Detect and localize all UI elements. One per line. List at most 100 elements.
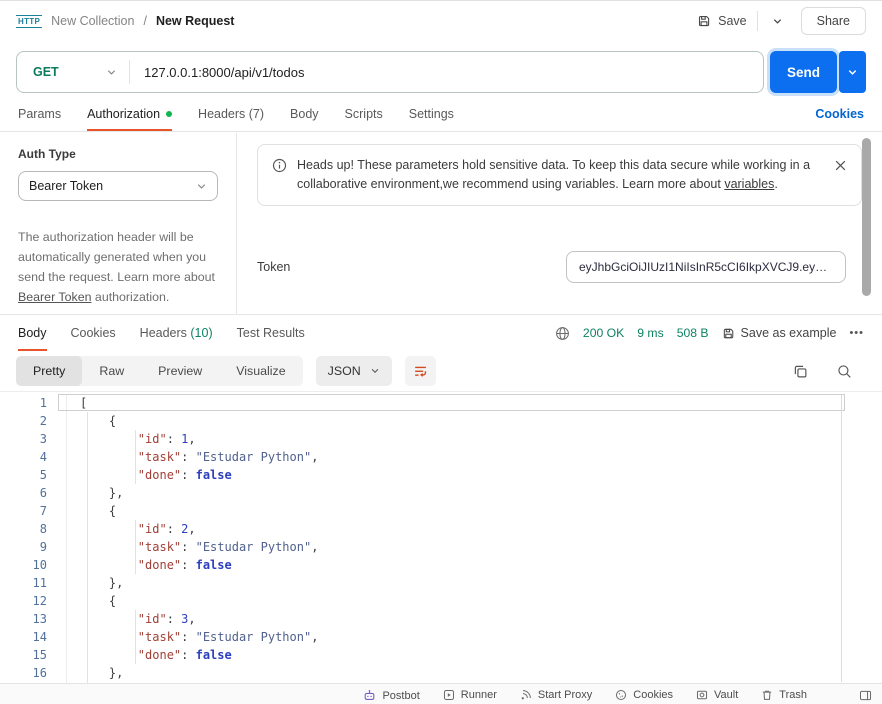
response-tab-headers[interactable]: Headers (10) (140, 315, 213, 351)
request-url-box: GET 127.0.0.1:8000/api/v1/todos (16, 51, 764, 93)
auth-type-label: Auth Type (18, 147, 218, 161)
status-code[interactable]: 200 OK (583, 326, 624, 340)
code-gutter: 1234567891011121314151617 (0, 394, 67, 683)
wrap-lines-button[interactable] (405, 356, 436, 386)
save-options-button[interactable] (764, 12, 791, 31)
format-value: JSON (328, 364, 361, 378)
panel-icon (859, 689, 872, 702)
authorization-panel: Auth Type Bearer Token The authorization… (0, 133, 882, 314)
view-tab-preview[interactable]: Preview (141, 356, 219, 386)
panel-toggle-button[interactable] (859, 689, 872, 702)
code-line[interactable]: "done": false (67, 466, 882, 484)
runner-button[interactable]: Runner (443, 689, 497, 701)
chevron-down-icon (196, 181, 207, 192)
line-number: 16 (0, 664, 66, 682)
active-dot (166, 111, 172, 117)
code-line[interactable]: "id": 2, (67, 520, 882, 538)
tab-headers[interactable]: Headers (7) (198, 97, 264, 131)
search-icon[interactable] (837, 364, 852, 379)
response-size[interactable]: 508 B (677, 326, 709, 340)
view-tab-raw[interactable]: Raw (82, 356, 141, 386)
send-options-button[interactable] (839, 51, 866, 93)
auth-description: The authorization header will be automat… (18, 227, 224, 307)
cookies-button[interactable]: Cookies (615, 689, 673, 701)
save-button[interactable]: Save (697, 14, 747, 28)
format-select[interactable]: JSON (316, 356, 392, 386)
response-header: Body Cookies Headers (10) Test Results 2… (0, 314, 882, 351)
line-number: 2 (0, 412, 66, 430)
share-label: Share (817, 14, 850, 28)
url-input[interactable]: 127.0.0.1:8000/api/v1/todos (130, 65, 763, 80)
code-line[interactable]: { (67, 592, 882, 610)
line-number: 13 (0, 610, 66, 628)
tab-authorization[interactable]: Authorization (87, 97, 172, 131)
breadcrumb-request-name[interactable]: New Request (156, 14, 235, 28)
breadcrumb-separator: / (143, 14, 146, 28)
response-tab-test-results[interactable]: Test Results (237, 315, 305, 351)
postbot-button[interactable]: Postbot (363, 689, 419, 702)
response-tab-body[interactable]: Body (18, 315, 47, 351)
code-line[interactable]: { (67, 502, 882, 520)
tab-params[interactable]: Params (18, 97, 61, 131)
more-options-icon[interactable]: ••• (849, 327, 864, 339)
auth-type-value: Bearer Token (29, 179, 103, 193)
trash-button[interactable]: Trash (761, 689, 807, 701)
breadcrumb-collection[interactable]: New Collection (51, 14, 134, 28)
globe-icon[interactable] (555, 326, 570, 341)
code-line[interactable]: "id": 1, (67, 430, 882, 448)
send-split-button: Send (770, 51, 866, 93)
code-lines: [ { "id": 1, "task": "Estudar Python", "… (67, 394, 882, 683)
line-number: 12 (0, 592, 66, 610)
line-number: 14 (0, 628, 66, 646)
code-line[interactable]: }, (67, 574, 882, 592)
view-mode-switch: Pretty Raw Preview Visualize (16, 356, 303, 386)
variables-link[interactable]: variables (724, 177, 774, 191)
response-tab-cookies[interactable]: Cookies (71, 315, 116, 351)
scrollbar-thumb[interactable] (862, 138, 871, 296)
code-scroll-track[interactable] (841, 394, 842, 682)
cookies-link[interactable]: Cookies (815, 97, 864, 131)
response-body-viewer[interactable]: 1234567891011121314151617 [ { "id": 1, "… (0, 391, 882, 683)
code-line[interactable]: }, (67, 484, 882, 502)
line-number: 4 (0, 448, 66, 466)
close-icon[interactable] (834, 159, 847, 172)
response-meta: 200 OK 9 ms 508 B Save as example ••• (555, 315, 864, 351)
code-line[interactable]: [ (67, 394, 882, 412)
http-request-icon: HTTP (16, 15, 42, 28)
code-line[interactable]: "task": "Estudar Python", (67, 538, 882, 556)
bearer-token-link[interactable]: Bearer Token (18, 290, 91, 304)
view-tab-visualize[interactable]: Visualize (219, 356, 302, 386)
vault-button[interactable]: Vault (696, 689, 738, 701)
app-window: HTTP New Collection / New Request Save (0, 0, 882, 704)
start-proxy-button[interactable]: Start Proxy (520, 689, 592, 701)
tab-settings[interactable]: Settings (409, 97, 454, 131)
token-input[interactable] (566, 251, 846, 283)
code-line[interactable]: "task": "Estudar Python", (67, 628, 882, 646)
share-button[interactable]: Share (801, 7, 866, 35)
cookie-icon (615, 689, 627, 701)
code-line[interactable]: "id": 3, (67, 610, 882, 628)
code-line[interactable]: }, (67, 664, 882, 682)
copy-icon[interactable] (793, 364, 808, 379)
view-tab-pretty[interactable]: Pretty (16, 356, 82, 386)
auth-type-select[interactable]: Bearer Token (18, 171, 218, 201)
status-bar: Postbot Runner Start Proxy (0, 683, 882, 704)
response-time[interactable]: 9 ms (637, 326, 663, 340)
divider (757, 11, 758, 31)
toolbar-right (793, 364, 866, 379)
tab-scripts[interactable]: Scripts (345, 97, 383, 131)
code-line[interactable]: "done": false (67, 556, 882, 574)
tab-body[interactable]: Body (290, 97, 319, 131)
code-line[interactable]: "task": "Estudar Python", (67, 448, 882, 466)
code-line[interactable]: { (67, 412, 882, 430)
code-line[interactable]: "done": false (67, 646, 882, 664)
method-selector[interactable]: GET (17, 65, 129, 79)
app-header: HTTP New Collection / New Request Save (0, 1, 882, 41)
save-as-example-button[interactable]: Save as example (722, 326, 837, 340)
floppy-icon (722, 327, 735, 340)
send-button[interactable]: Send (770, 51, 837, 93)
line-number: 6 (0, 484, 66, 502)
line-number: 3 (0, 430, 66, 448)
line-number: 8 (0, 520, 66, 538)
breadcrumb: HTTP New Collection / New Request (16, 14, 234, 28)
